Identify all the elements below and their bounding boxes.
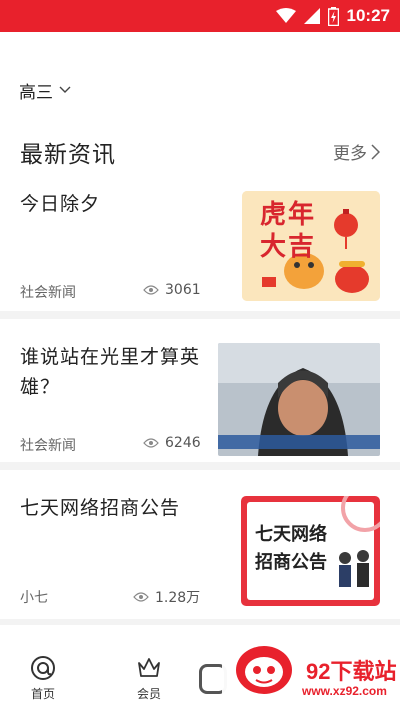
news-views-count: 1.28万: [155, 590, 201, 606]
wifi-icon: [275, 8, 296, 23]
nav-label: 首页: [30, 687, 55, 701]
watermark-brand: 92下载站: [306, 659, 397, 684]
news-views: 3061: [143, 282, 201, 298]
watermark-logo-icon: [236, 646, 292, 694]
watermark: 92下载站 www.xz92.com: [222, 632, 400, 711]
news-views-count: 3061: [165, 282, 201, 298]
more-label: 更多: [333, 144, 367, 164]
news-thumbnail: 虎年大吉: [242, 191, 380, 301]
nav-label: 会员: [136, 687, 161, 701]
news-views-count: 6246: [165, 435, 201, 451]
section-title: 最新资讯: [20, 142, 116, 168]
news-title: 今日除夕: [20, 193, 101, 215]
eye-icon: [143, 438, 159, 448]
news-category: 社会新闻: [20, 285, 76, 301]
thumb-caption-line2: 招商公告: [255, 552, 327, 573]
home-at-icon: [31, 656, 55, 680]
divider: [0, 619, 400, 625]
status-bar: 10:27: [0, 0, 400, 32]
news-thumbnail: 七天网络 招商公告: [241, 496, 380, 606]
signal-icon: [303, 8, 320, 24]
eye-icon: [143, 285, 159, 295]
thumb-caption: 虎年大吉: [260, 200, 317, 262]
more-link[interactable]: 更多: [333, 139, 380, 164]
eye-icon: [133, 592, 149, 602]
chevron-down-icon: [59, 86, 71, 93]
status-time: 10:27: [346, 6, 390, 25]
news-item[interactable]: 谁说站在光里才算英雄？ 社会新闻 6246: [0, 319, 400, 461]
news-views: 6246: [143, 435, 201, 451]
news-views: 1.28万: [133, 587, 200, 607]
news-category: 社会新闻: [20, 438, 76, 454]
news-title: 七天网络招商公告: [20, 497, 181, 519]
chevron-right-icon: [371, 143, 380, 160]
grade-label: 高三: [19, 82, 53, 103]
nav-member[interactable]: 会员: [136, 655, 162, 702]
news-item[interactable]: 七天网络招商公告 小七 1.28万 七天网络 招商公告: [0, 470, 400, 618]
crown-icon: [138, 658, 160, 677]
news-title: 谁说站在光里才算英雄？: [20, 346, 201, 398]
thumb-caption-line1: 七天网络: [255, 524, 327, 545]
news-category: 小七: [20, 590, 48, 606]
divider: [0, 462, 400, 470]
watermark-url: www.xz92.com: [302, 684, 387, 698]
news-item[interactable]: 今日除夕 社会新闻 3061 虎年大吉: [0, 180, 400, 310]
grade-selector[interactable]: 高三: [19, 78, 71, 103]
news-thumbnail: [218, 343, 380, 456]
battery-charging-icon: [327, 6, 339, 26]
nav-home[interactable]: 首页: [30, 655, 56, 702]
divider: [0, 311, 400, 319]
